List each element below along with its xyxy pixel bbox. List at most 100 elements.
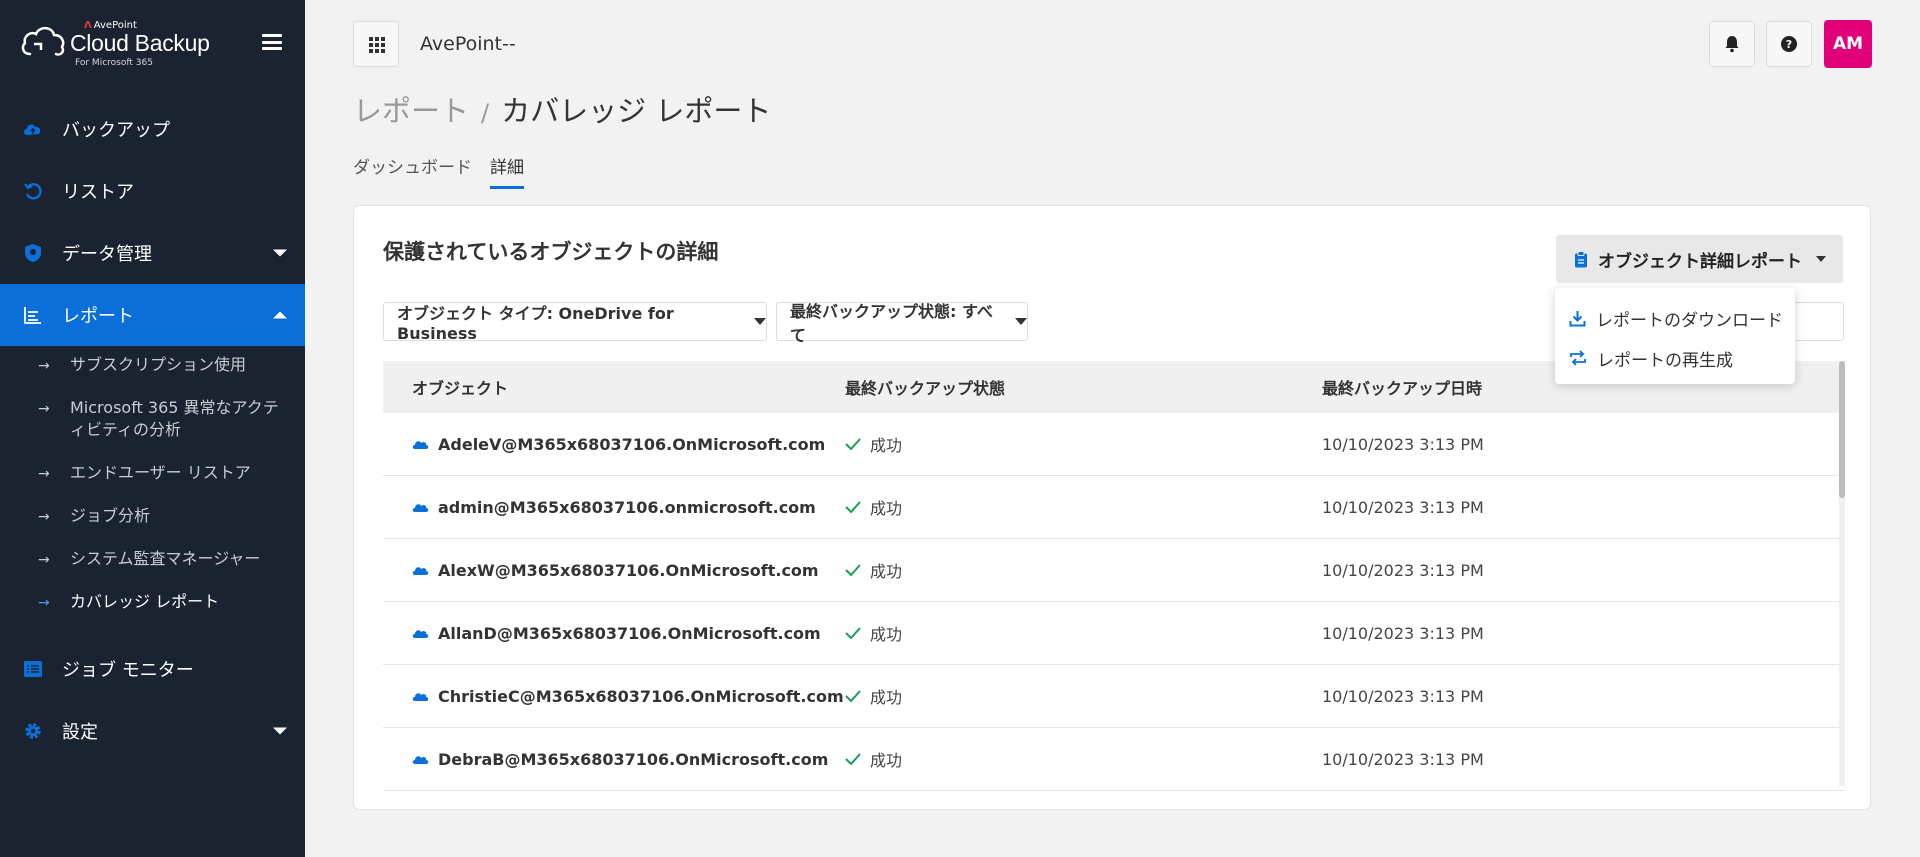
backup-status-filter[interactable]: 最終バックアップ状態: すべて xyxy=(776,302,1028,345)
notifications-button[interactable] xyxy=(1709,21,1755,67)
column-header-status[interactable]: 最終バックアップ状態 xyxy=(845,375,1322,399)
arrow-right-icon: → xyxy=(38,552,50,568)
hamburger-icon[interactable] xyxy=(262,34,282,50)
menu-item-label: レポートの再生成 xyxy=(1597,350,1733,371)
sidebar-item-label: ジョブ モニター xyxy=(62,660,194,681)
onedrive-icon xyxy=(412,755,429,764)
submenu-item-label: エンドユーザー リストア xyxy=(70,463,251,482)
brand-logo[interactable]: Λ AvePoint Cloud Backup For Microsoft 365 xyxy=(20,18,230,70)
object-name: AlexW@M365x68037106.OnMicrosoft.com xyxy=(438,560,819,580)
sidebar-item-backup[interactable]: バックアップ xyxy=(0,98,305,160)
chevron-down-icon xyxy=(754,318,766,325)
object-name: AdeleV@M365x68037106.OnMicrosoft.com xyxy=(438,434,826,454)
sidebar-item-label: データ管理 xyxy=(62,244,152,265)
brand-product: Cloud Backup xyxy=(70,30,210,56)
bell-icon xyxy=(1725,36,1739,53)
help-button[interactable]: ? xyxy=(1766,21,1812,67)
menu-item-download-report[interactable]: レポートのダウンロード xyxy=(1555,298,1795,338)
svg-text:?: ? xyxy=(1786,38,1792,51)
backup-time: 10/10/2023 3:13 PM xyxy=(1322,623,1484,643)
sidebar-nav: バックアップ リストア データ管理 レポート → サブスクリプション使用 → M… xyxy=(0,98,305,762)
check-icon xyxy=(845,690,861,702)
object-name: admin@M365x68037106.onmicrosoft.com xyxy=(438,497,816,517)
object-report-button[interactable]: オブジェクト詳細レポート xyxy=(1556,235,1843,283)
page-title: カバレッジ レポート xyxy=(501,94,772,128)
backup-status: 成功 xyxy=(870,688,903,707)
backup-status: 成功 xyxy=(870,436,903,455)
check-icon xyxy=(845,564,861,576)
submenu-item-audit-manager[interactable]: → システム監査マネージャー xyxy=(0,548,305,570)
cloud-logo-icon xyxy=(21,26,65,56)
sidebar-item-report[interactable]: レポート xyxy=(0,284,305,346)
menu-item-regenerate-report[interactable]: レポートの再生成 xyxy=(1555,338,1795,378)
breadcrumb-parent[interactable]: レポート xyxy=(353,94,469,128)
submenu-item-label: ジョブ分析 xyxy=(70,506,151,525)
table-row[interactable]: AdeleV@M365x68037106.OnMicrosoft.com 成功 … xyxy=(383,413,1844,476)
table-row[interactable]: AllanD@M365x68037106.OnMicrosoft.com 成功 … xyxy=(383,602,1844,665)
sidebar: Λ AvePoint Cloud Backup For Microsoft 365… xyxy=(0,0,305,857)
sidebar-item-label: 設定 xyxy=(62,722,98,743)
tabs: ダッシュボード 詳細 xyxy=(353,153,542,189)
objects-table: オブジェクト 最終バックアップ状態 最終バックアップ日時 AdeleV@M365… xyxy=(383,361,1844,791)
shield-icon xyxy=(25,244,41,262)
breadcrumb-separator: / xyxy=(481,99,490,127)
sidebar-item-data-management[interactable]: データ管理 xyxy=(0,222,305,284)
onedrive-icon xyxy=(412,692,429,701)
breadcrumb: レポート / カバレッジ レポート xyxy=(353,88,771,130)
sidebar-item-job-monitor[interactable]: ジョブ モニター xyxy=(0,638,305,700)
brand-subtitle: For Microsoft 365 xyxy=(75,58,153,68)
sidebar-item-label: リストア xyxy=(62,182,134,203)
avatar[interactable]: AM xyxy=(1824,20,1872,68)
menu-item-label: レポートのダウンロード xyxy=(1596,310,1783,331)
submenu-item-end-user-restore[interactable]: → エンドユーザー リストア xyxy=(0,462,305,484)
onedrive-icon xyxy=(412,629,429,638)
sidebar-item-settings[interactable]: 設定 xyxy=(0,700,305,762)
arrow-right-icon: → xyxy=(38,595,50,611)
backup-time: 10/10/2023 3:13 PM xyxy=(1322,434,1484,454)
download-icon xyxy=(1569,310,1586,326)
submenu-item-label: カバレッジ レポート xyxy=(70,592,220,611)
backup-time: 10/10/2023 3:13 PM xyxy=(1322,686,1484,706)
tab-dashboard[interactable]: ダッシュボード xyxy=(353,153,472,189)
object-type-filter[interactable]: オブジェクト タイプ: OneDrive for Business xyxy=(383,302,767,343)
submenu-item-job-analysis[interactable]: → ジョブ分析 xyxy=(0,505,305,527)
sidebar-item-restore[interactable]: リストア xyxy=(0,160,305,222)
arrow-right-icon: → xyxy=(38,466,50,482)
table-row[interactable]: DebraB@M365x68037106.OnMicrosoft.com 成功 … xyxy=(383,728,1844,791)
submenu-item-label: サブスクリプション使用 xyxy=(70,355,247,374)
backup-status: 成功 xyxy=(870,751,903,770)
chevron-down-icon xyxy=(1015,318,1027,325)
submenu-item-anomaly[interactable]: → Microsoft 365 異常なアクティビティの分析 xyxy=(0,397,305,441)
submenu-item-coverage-report[interactable]: → カバレッジ レポート xyxy=(0,591,305,613)
cloud-upload-icon xyxy=(24,124,41,135)
check-icon xyxy=(845,753,861,765)
tenant-name: AvePoint-- xyxy=(420,33,516,55)
clipboard-icon xyxy=(1575,250,1587,267)
object-name: DebraB@M365x68037106.OnMicrosoft.com xyxy=(438,749,829,769)
table-row[interactable]: ChristieC@M365x68037106.OnMicrosoft.com … xyxy=(383,665,1844,728)
column-header-object[interactable]: オブジェクト xyxy=(383,375,845,399)
object-type-filter-label: オブジェクト タイプ: OneDrive for Business xyxy=(397,304,674,343)
check-icon xyxy=(845,627,861,639)
table-row[interactable]: admin@M365x68037106.onmicrosoft.com 成功 1… xyxy=(383,476,1844,539)
apps-button[interactable] xyxy=(353,21,399,67)
backup-time: 10/10/2023 3:13 PM xyxy=(1322,560,1484,580)
report-chart-icon xyxy=(24,307,41,324)
submenu-item-subscription[interactable]: → サブスクリプション使用 xyxy=(0,354,305,376)
sidebar-item-label: レポート xyxy=(62,306,134,327)
submenu-item-label: Microsoft 365 異常なアクティビティの分析 xyxy=(70,398,279,439)
onedrive-icon xyxy=(412,440,429,449)
backup-status: 成功 xyxy=(870,625,903,644)
onedrive-icon xyxy=(412,503,429,512)
restore-icon xyxy=(24,183,42,200)
chevron-down-icon xyxy=(273,249,287,257)
report-dropdown-menu: レポートのダウンロード レポートの再生成 xyxy=(1555,288,1795,384)
check-icon xyxy=(845,501,861,513)
tab-details[interactable]: 詳細 xyxy=(490,153,524,189)
scrollbar-thumb[interactable] xyxy=(1839,361,1845,498)
table-row[interactable]: AlexW@M365x68037106.OnMicrosoft.com 成功 1… xyxy=(383,539,1844,602)
object-name: AllanD@M365x68037106.OnMicrosoft.com xyxy=(438,623,821,643)
help-icon: ? xyxy=(1781,36,1797,52)
arrow-right-icon: → xyxy=(38,358,50,374)
backup-status: 成功 xyxy=(870,562,903,581)
